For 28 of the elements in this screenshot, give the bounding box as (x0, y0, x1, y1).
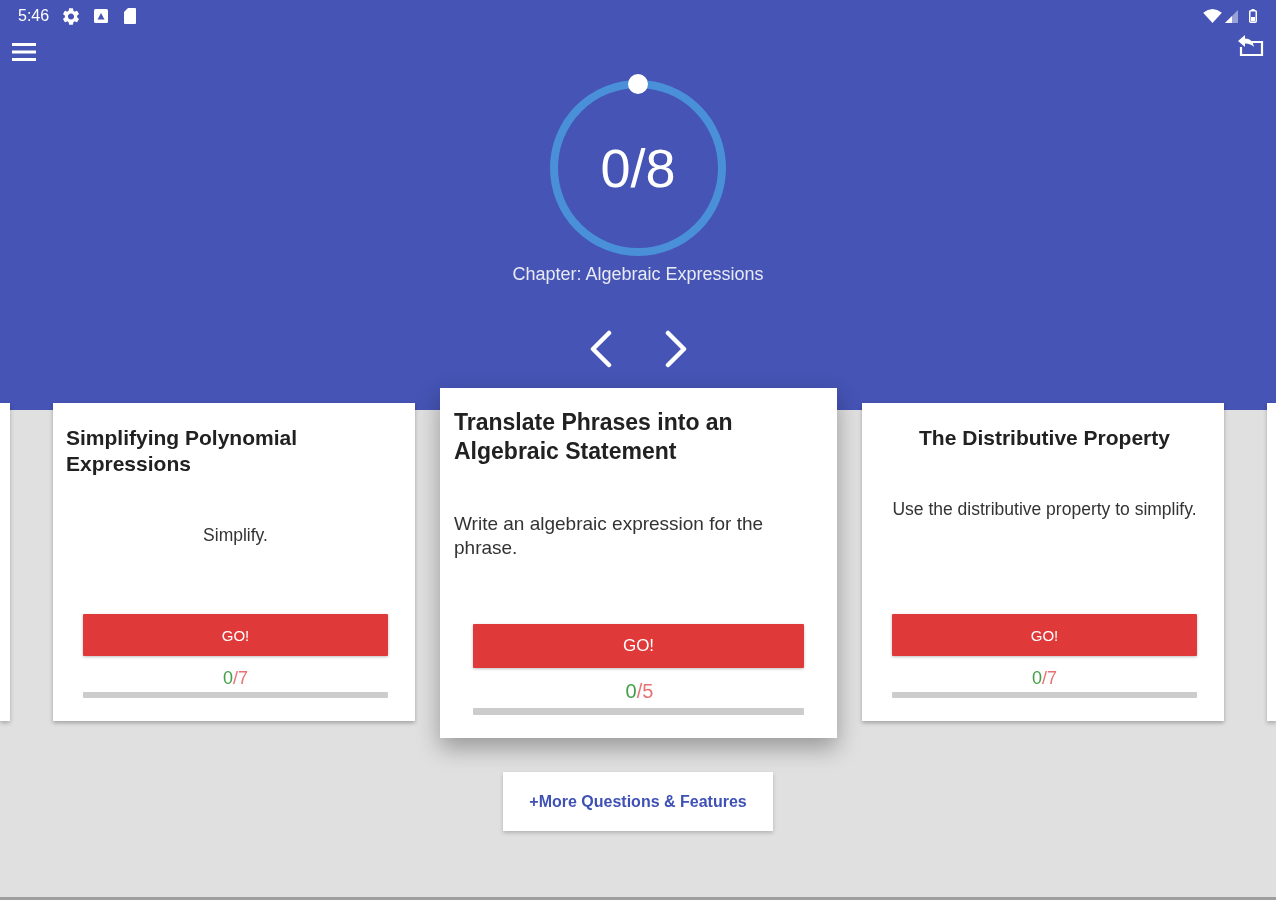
card-title: Simplifying Polynomial Expressions (66, 425, 299, 477)
box-arrow-button[interactable] (1236, 33, 1266, 57)
chapter-label: Chapter: Algebraic Expressions (512, 264, 764, 285)
menu-button[interactable] (10, 41, 38, 63)
card-title: Translate Phrases into an Algebraic Statement (454, 408, 734, 466)
wifi-icon (1203, 9, 1222, 23)
card-title: The Distributive Property (919, 425, 1170, 451)
image-icon (94, 9, 109, 23)
card-description: Write an algebraic expression for the phrase. (454, 512, 765, 560)
signal-icon (1225, 9, 1238, 23)
menu-icon (12, 43, 36, 61)
card-description: Simplify. (203, 524, 268, 546)
more-questions-button[interactable]: +More Questions & Features (503, 772, 773, 831)
box-arrow-icon (1238, 34, 1264, 56)
score-text: 0/7 (1032, 668, 1057, 688)
go-button[interactable]: GO! (83, 614, 388, 656)
battery-icon (1249, 9, 1257, 23)
gear-icon (63, 7, 80, 25)
score-text: 0/7 (223, 668, 248, 688)
sd-card-icon (124, 8, 137, 24)
chevron-right-icon (663, 330, 688, 368)
status-time: 5:46 (18, 7, 50, 25)
progress-reading: 0/8 (600, 138, 676, 198)
chevron-left-icon (588, 330, 613, 368)
go-button[interactable]: GO! (473, 624, 804, 668)
card-description: Use the distributive property to simplify. (892, 498, 1197, 520)
score-text: 0/5 (625, 680, 654, 702)
go-button[interactable]: GO! (892, 614, 1197, 656)
